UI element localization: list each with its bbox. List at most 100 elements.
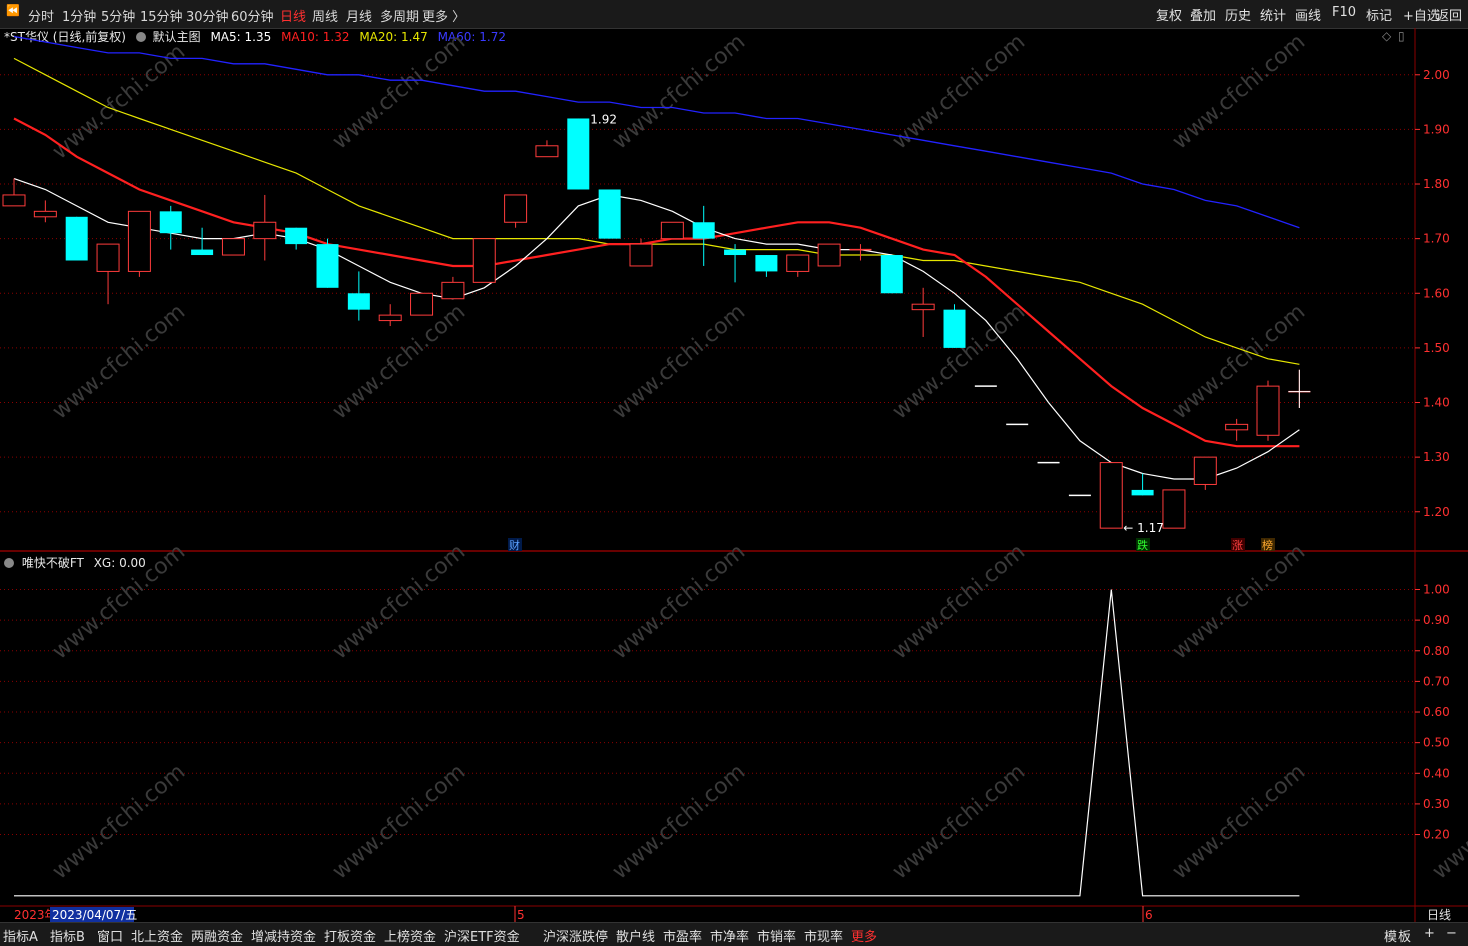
bottom-tab-2[interactable]: 窗口	[97, 926, 123, 945]
period-tab-2[interactable]: 5分钟	[101, 6, 135, 25]
period-tab-5[interactable]: 60分钟	[231, 6, 274, 25]
candle-body	[410, 292, 434, 316]
diamond-icon: ◇	[1382, 29, 1392, 43]
period-label: 日线	[1427, 908, 1451, 922]
candle	[285, 227, 308, 250]
toolbar-button-1[interactable]: 叠加	[1190, 5, 1216, 24]
toolbar-button-2[interactable]: 历史	[1225, 5, 1251, 24]
bottom-tab-10[interactable]: 散户线	[616, 926, 655, 945]
bottom-right-control-0[interactable]: 模	[1384, 926, 1397, 945]
low-price-label: ← 1.17	[1123, 521, 1164, 535]
watermark-text: www.cfchi.com	[608, 539, 750, 664]
period-tab-4[interactable]: 30分钟	[186, 6, 229, 25]
candle	[96, 243, 120, 305]
bottom-right-control-2[interactable]: +	[1424, 926, 1435, 941]
toolbar-button-7[interactable]: +自选	[1403, 5, 1440, 24]
main-tick-label: 1.80	[1423, 177, 1450, 191]
watermark-text: www.cfchi.com	[608, 299, 750, 424]
event-marker-bang: 榜	[1262, 538, 1273, 552]
bottom-tab-11[interactable]: 市盈率	[663, 926, 702, 945]
candle-body	[127, 210, 151, 272]
watermark-text: www.cfchi.com	[48, 759, 190, 884]
bottom-tab-15[interactable]: 更多	[851, 926, 877, 945]
candle-body	[755, 255, 778, 272]
candle-body	[441, 281, 465, 300]
main-tick-label: 2.00	[1423, 68, 1450, 82]
candle-body	[943, 309, 966, 348]
bottom-tab-3[interactable]: 北上资金	[131, 926, 183, 945]
bottom-tab-13[interactable]: 市销率	[757, 926, 796, 945]
period-tab-7[interactable]: 周线	[312, 6, 338, 25]
ma5-line	[13, 178, 1300, 480]
sub-tick-label: 1.00	[1423, 583, 1450, 597]
candle	[191, 227, 214, 256]
bottom-tab-4[interactable]: 两融资金	[191, 926, 243, 945]
candle-body	[1099, 462, 1123, 529]
bottom-tab-5[interactable]: 增减持资金	[251, 926, 316, 945]
candle	[1225, 418, 1249, 441]
bottom-tab-12[interactable]: 市净率	[710, 926, 749, 945]
bottom-tab-0[interactable]: 指标A	[3, 926, 38, 945]
candle-body	[1162, 489, 1186, 529]
candle-body	[96, 243, 120, 272]
candle	[127, 210, 151, 277]
candle	[347, 271, 370, 321]
event-marker-die: 跌	[1137, 538, 1148, 552]
sub-tick-label: 0.60	[1423, 705, 1450, 719]
candle	[1193, 456, 1217, 490]
period-tab-10[interactable]: 更多 〉	[422, 6, 465, 25]
rewind-icon[interactable]: ⏪	[6, 4, 20, 17]
candle-body	[347, 293, 370, 310]
watermark-text: www.cfchi.com	[1168, 29, 1310, 154]
watermark-text: www.cfchi.com	[888, 539, 1030, 664]
period-tab-8[interactable]: 月线	[346, 6, 372, 25]
period-tab-0[interactable]: 分时	[28, 6, 54, 25]
candle-body	[472, 238, 496, 283]
watermark-text: www.cfchi.com	[1168, 759, 1310, 884]
bottom-tab-6[interactable]: 打板资金	[324, 926, 376, 945]
watermark-text: www.cfchi.com	[328, 29, 470, 154]
event-marker-zhang: 涨	[1232, 539, 1243, 552]
bottom-tab-9[interactable]: 沪深涨跌停	[543, 926, 608, 945]
bottom-tab-7[interactable]: 上榜资金	[384, 926, 436, 945]
toolbar-button-5[interactable]: F10	[1332, 5, 1356, 20]
watermark-text: www.cfchi.com	[888, 759, 1030, 884]
period-tab-1[interactable]: 1分钟	[62, 6, 96, 25]
bottom-right-control-1[interactable]: 板	[1398, 926, 1411, 945]
candle	[692, 205, 715, 266]
bottom-right-control-3[interactable]: −	[1446, 926, 1457, 941]
candle-body	[817, 243, 841, 267]
candle-body	[692, 222, 715, 239]
toolbar-button-6[interactable]: 标记	[1366, 5, 1392, 24]
sub-tick-label: 0.30	[1423, 797, 1450, 811]
watermark-text: www.cfchi.com	[328, 759, 470, 884]
candle	[504, 194, 528, 228]
candle-body	[911, 303, 935, 311]
candle	[567, 118, 590, 190]
ma60-line	[13, 35, 1300, 229]
kline-chart[interactable]: www.cfchi.com www.cfchi.com www.cfchi.com w…	[0, 28, 1468, 922]
candle	[33, 200, 57, 223]
period-tab-9[interactable]: 多周期	[380, 6, 419, 25]
candle	[724, 244, 747, 283]
toolbar-button-3[interactable]: 统计	[1260, 5, 1286, 24]
candle	[221, 238, 245, 256]
watermark-text: www.cfchi.com	[1168, 539, 1310, 664]
bottom-tab-1[interactable]: 指标B	[50, 926, 85, 945]
sub-tick-label: 0.80	[1423, 644, 1450, 658]
toolbar-button-0[interactable]: 复权	[1156, 5, 1182, 24]
period-tab-6[interactable]: 日线	[280, 6, 306, 25]
candle-body	[378, 314, 402, 322]
toolbar-button-8[interactable]: 返回	[1436, 5, 1462, 24]
bottom-tab-8[interactable]: 沪深ETF资金	[444, 926, 520, 945]
sub-tick-label: 0.20	[1423, 828, 1450, 842]
period-tab-3[interactable]: 15分钟	[140, 6, 183, 25]
candle-body	[191, 249, 214, 256]
candle	[441, 276, 465, 300]
candle	[849, 244, 872, 261]
toolbar-button-4[interactable]: 画线	[1295, 5, 1321, 24]
candle-body	[253, 221, 277, 240]
sub-tick-label: 0.70	[1423, 674, 1450, 688]
bottom-tab-14[interactable]: 市现率	[804, 926, 843, 945]
candle	[253, 194, 277, 261]
